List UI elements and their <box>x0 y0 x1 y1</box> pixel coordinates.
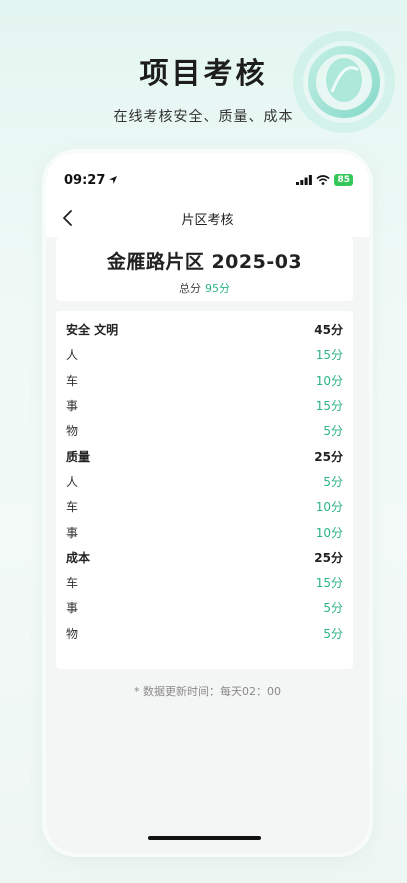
signal-icon <box>296 175 313 185</box>
total-score: 总分 95分 <box>56 280 353 296</box>
item-label: 物 <box>66 626 79 641</box>
phone-frame: 09:27 85 片区考核 金雁路片区 2025-03 总分 95分 安全 文明… <box>46 153 369 853</box>
location-arrow-icon <box>109 176 118 184</box>
status-icons: 85 <box>296 174 353 186</box>
item-score: 10分 <box>315 373 343 388</box>
score-item-row: 人 5分 <box>66 469 343 494</box>
content-area: 金雁路片区 2025-03 总分 95分 安全 文明 45分人 15分车 10分事 15分… <box>46 237 369 853</box>
item-score: 5分 <box>323 601 343 616</box>
item-label: 车 <box>66 373 79 388</box>
category-label: 质量 <box>66 449 91 464</box>
item-score: 5分 <box>323 474 343 489</box>
score-item-row: 事 5分 <box>66 595 343 620</box>
item-label: 事 <box>66 399 79 414</box>
item-label: 人 <box>66 474 79 489</box>
total-label: 总分 <box>179 282 201 295</box>
score-item-row: 事 10分 <box>66 519 343 544</box>
item-score: 5分 <box>323 424 343 439</box>
back-chevron-icon[interactable] <box>58 208 78 228</box>
status-bar: 09:27 85 <box>46 153 369 199</box>
category-score: 45分 <box>314 323 343 338</box>
total-value: 95分 <box>205 282 230 295</box>
category-score: 25分 <box>314 449 343 464</box>
score-item-row: 物 5分 <box>66 621 343 646</box>
header-card: 金雁路片区 2025-03 总分 95分 <box>56 237 353 301</box>
item-label: 事 <box>66 525 79 540</box>
item-label: 事 <box>66 601 79 616</box>
score-item-row: 车 15分 <box>66 570 343 595</box>
score-item-row: 人 15分 <box>66 342 343 367</box>
score-item-row: 车 10分 <box>66 368 343 393</box>
score-item-row: 车 10分 <box>66 494 343 519</box>
score-item-row: 事 15分 <box>66 393 343 418</box>
score-list: 安全 文明 45分人 15分车 10分事 15分物 5分 质量 25分人 5分车 10分事 10分成… <box>56 311 353 669</box>
item-score: 15分 <box>315 576 343 591</box>
category-score: 25分 <box>314 550 343 565</box>
item-score: 10分 <box>315 500 343 515</box>
nav-title: 片区考核 <box>181 212 234 228</box>
category-label: 成本 <box>66 550 91 565</box>
item-label: 人 <box>66 348 79 363</box>
promo-title: 项目考核 <box>139 56 268 90</box>
score-item-row: 物 5分 <box>66 418 343 443</box>
status-time: 09:27 <box>64 173 118 188</box>
item-score: 10分 <box>315 525 343 540</box>
item-score: 5分 <box>323 626 343 641</box>
item-label: 物 <box>66 424 79 439</box>
item-label: 车 <box>66 576 79 591</box>
item-label: 车 <box>66 500 79 515</box>
category-row: 质量 25分 <box>66 443 343 468</box>
item-score: 15分 <box>315 399 343 414</box>
district-period-title: 金雁路片区 2025-03 <box>106 251 303 273</box>
category-row: 成本 25分 <box>66 545 343 570</box>
status-time-text: 09:27 <box>64 172 106 188</box>
battery-icon: 85 <box>334 174 353 186</box>
item-score: 15分 <box>315 348 343 363</box>
home-indicator <box>148 836 261 840</box>
update-time-note: * 数据更新时间：每天02：00 <box>134 685 281 698</box>
category-label: 安全 文明 <box>66 323 119 338</box>
promo-subtitle: 在线考核安全、质量、成本 <box>113 109 294 125</box>
nav-bar: 片区考核 <box>46 199 369 237</box>
category-row: 安全 文明 45分 <box>66 317 343 342</box>
wifi-icon <box>316 175 330 185</box>
